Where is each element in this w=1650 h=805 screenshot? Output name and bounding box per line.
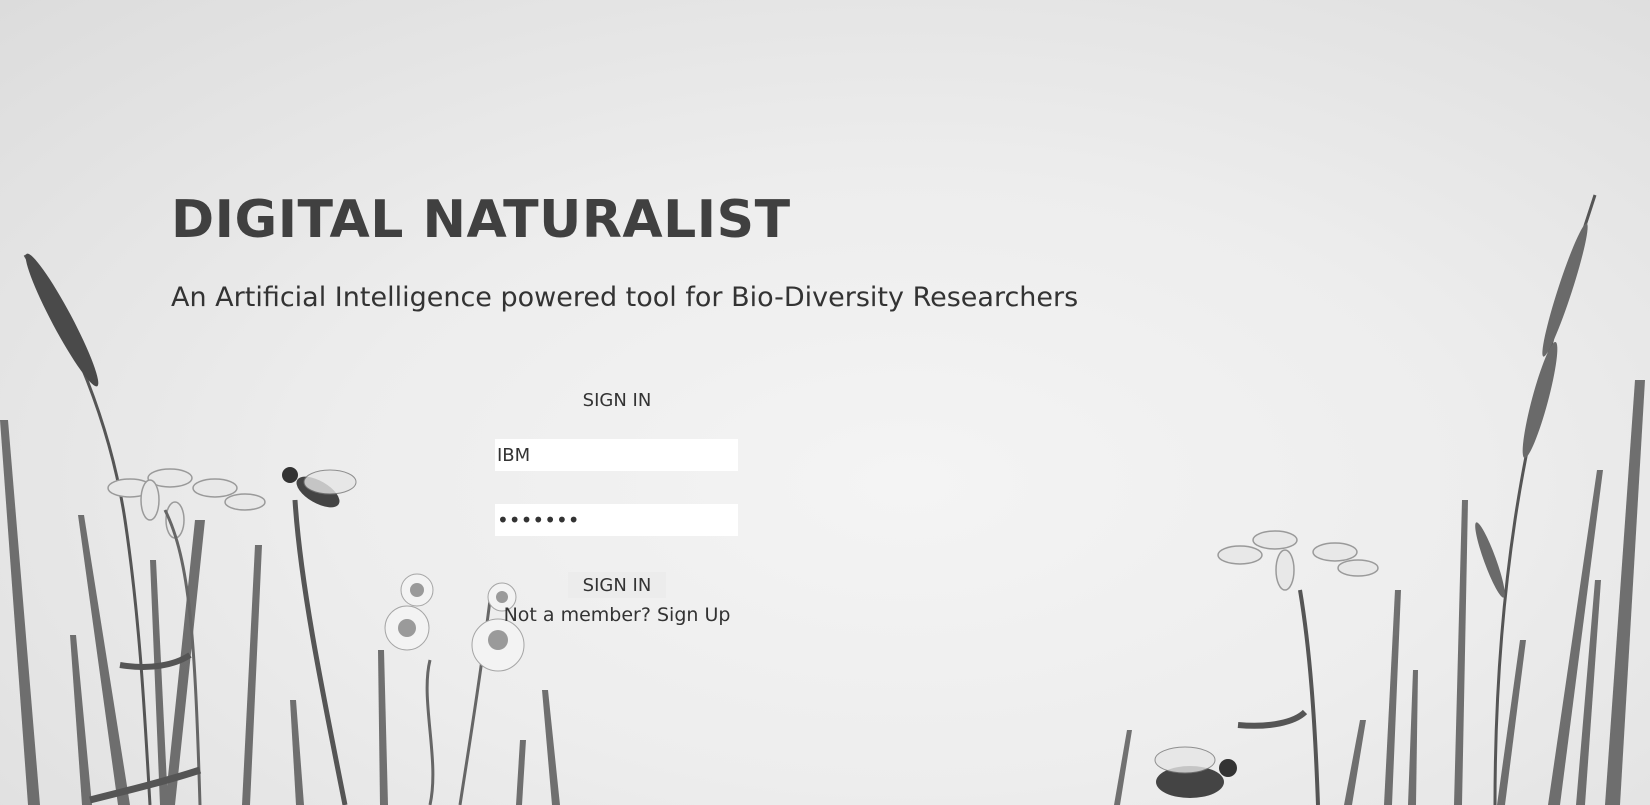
right-grass	[1114, 380, 1645, 805]
app-subtitle: An Artificial Intelligence powered tool …	[171, 282, 1079, 313]
wheat-stalk-left	[23, 254, 152, 805]
bee-right	[1154, 746, 1237, 798]
username-input[interactable]	[495, 439, 738, 471]
signup-prompt: Not a member?	[503, 604, 651, 626]
signup-row: Not a member? Sign Up	[0, 604, 1234, 626]
signin-heading: SIGN IN	[582, 390, 652, 411]
signup-link[interactable]: Sign Up	[657, 604, 730, 626]
password-input[interactable]	[495, 504, 738, 536]
login-page: DIGITAL NATURALIST An Artificial Intelli…	[0, 0, 1650, 805]
app-title: DIGITAL NATURALIST	[171, 190, 791, 250]
signin-button[interactable]: SIGN IN	[568, 572, 666, 598]
left-flowers	[107, 468, 266, 539]
right-flowers	[1217, 530, 1379, 591]
